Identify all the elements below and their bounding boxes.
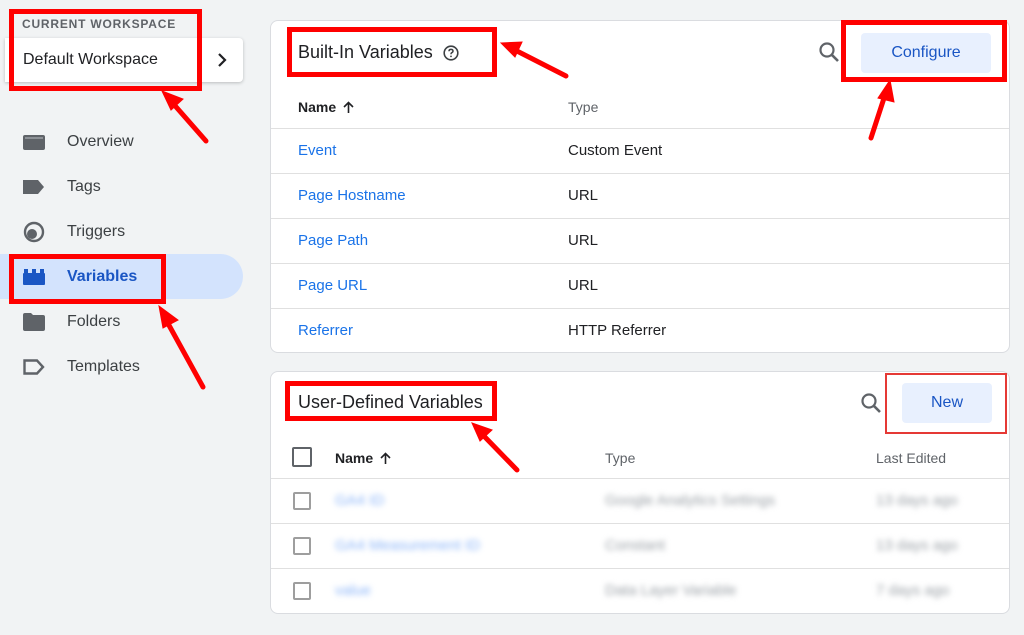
sidebar-item-label: Overview	[67, 132, 134, 150]
template-icon	[22, 355, 46, 379]
table-row[interactable]: Event Custom Event	[271, 129, 1009, 174]
column-type-header: Type	[605, 450, 635, 466]
row-checkbox[interactable]	[293, 537, 311, 555]
workspace-label: CURRENT WORKSPACE	[22, 17, 177, 31]
user-defined-title: User-Defined Variables	[298, 392, 483, 413]
variable-name-link[interactable]: Page Hostname	[298, 187, 406, 204]
variable-type: Custom Event	[568, 142, 663, 159]
column-name-header[interactable]: Name	[298, 99, 355, 115]
column-type-label: Type	[605, 450, 636, 466]
annotation-arrow-head	[161, 90, 184, 111]
builtin-table-header: Name Type	[271, 85, 1009, 129]
variable-last-edited: 13 days ago	[876, 537, 958, 554]
tag-icon	[22, 175, 46, 199]
variable-type: URL	[568, 187, 599, 204]
row-checkbox[interactable]	[293, 582, 311, 600]
variable-last-edited: 13 days ago	[876, 492, 958, 509]
builtin-variables-card: Built-In Variables Configure Name Type E…	[270, 20, 1010, 353]
variable-name-link[interactable]: value	[335, 582, 371, 599]
builtin-card-header: Built-In Variables Configure	[271, 21, 1009, 85]
folder-icon	[22, 310, 46, 334]
table-row[interactable]: Referrer HTTP Referrer	[271, 309, 1009, 352]
row-checkbox[interactable]	[293, 492, 311, 510]
table-row[interactable]: Page URL URL	[271, 264, 1009, 309]
variable-name-link[interactable]: Event	[298, 142, 336, 159]
builtin-title: Built-In Variables	[298, 42, 459, 63]
user-defined-title-text: User-Defined Variables	[298, 392, 483, 412]
table-row[interactable]: GA4 Measurement ID Constant 13 days ago	[271, 524, 1009, 569]
sort-arrow-up-icon	[380, 451, 391, 464]
user-table-header: Name Type Last Edited	[271, 436, 1009, 479]
new-variable-button[interactable]: New	[902, 383, 992, 423]
variables-icon	[22, 265, 46, 289]
builtin-table-body: Event Custom Event Page Hostname URL Pag…	[271, 129, 1009, 352]
column-name-label: Name	[335, 450, 374, 466]
variable-type: URL	[568, 277, 599, 294]
table-row[interactable]: GA4 ID Google Analytics Settings 13 days…	[271, 479, 1009, 524]
variable-type: HTTP Referrer	[568, 322, 667, 339]
table-row[interactable]: Page Path URL	[271, 219, 1009, 264]
sidebar-item-label: Triggers	[67, 222, 126, 240]
workspace-name: Default Workspace	[23, 51, 158, 68]
variable-last-edited: 7 days ago	[876, 582, 950, 599]
help-icon[interactable]	[443, 44, 459, 61]
variable-type: Data Layer Variable	[605, 582, 737, 599]
sidebar-item-triggers[interactable]: Triggers	[0, 209, 243, 254]
chevron-right-icon	[218, 53, 227, 67]
search-icon[interactable]	[818, 41, 840, 63]
variable-name-link[interactable]: GA4 ID	[335, 492, 384, 509]
variable-type: Google Analytics Settings	[605, 492, 776, 509]
variable-name-link[interactable]: GA4 Measurement ID	[335, 537, 480, 554]
select-all-checkbox[interactable]	[292, 447, 312, 467]
column-name-label: Name	[298, 99, 337, 115]
search-icon[interactable]	[860, 392, 882, 414]
workspace-selector[interactable]: Default Workspace	[5, 38, 243, 82]
column-last-edited-header: Last Edited	[876, 450, 946, 466]
sidebar-item-label: Folders	[67, 312, 121, 330]
user-card-header: User-Defined Variables New	[271, 372, 1009, 436]
overview-icon	[22, 130, 46, 154]
column-type-header: Type	[568, 99, 598, 115]
sidebar-item-label: Variables	[67, 267, 138, 285]
sidebar-item-variables[interactable]: Variables	[0, 254, 243, 299]
sidebar-item-label: Tags	[67, 177, 101, 195]
variable-name-link[interactable]: Referrer	[298, 322, 353, 339]
sidebar-item-label: Templates	[67, 357, 140, 375]
sort-arrow-up-icon	[343, 100, 354, 113]
variable-name-link[interactable]: Page URL	[298, 277, 367, 294]
table-row[interactable]: Page Hostname URL	[271, 174, 1009, 219]
sidebar-item-templates[interactable]: Templates	[0, 344, 243, 389]
builtin-title-text: Built-In Variables	[298, 42, 433, 62]
sidebar-item-tags[interactable]: Tags	[0, 164, 243, 209]
table-row[interactable]: value Data Layer Variable 7 days ago	[271, 569, 1009, 613]
column-name-header[interactable]: Name	[335, 450, 392, 466]
variable-type: URL	[568, 232, 599, 249]
configure-button[interactable]: Configure	[861, 33, 991, 73]
column-last-edited-label: Last Edited	[876, 450, 947, 466]
user-table-body: GA4 ID Google Analytics Settings 13 days…	[271, 479, 1009, 613]
variable-name-link[interactable]: Page Path	[298, 232, 368, 249]
column-type-label: Type	[568, 99, 599, 115]
sidebar-item-folders[interactable]: Folders	[0, 299, 243, 344]
sidebar-nav: Overview Tags Triggers Variables Folders…	[0, 119, 243, 389]
trigger-icon	[22, 220, 46, 244]
variable-type: Constant	[605, 537, 666, 554]
sidebar-item-overview[interactable]: Overview	[0, 119, 243, 164]
user-defined-variables-card: User-Defined Variables New Name Type Las…	[270, 371, 1010, 614]
